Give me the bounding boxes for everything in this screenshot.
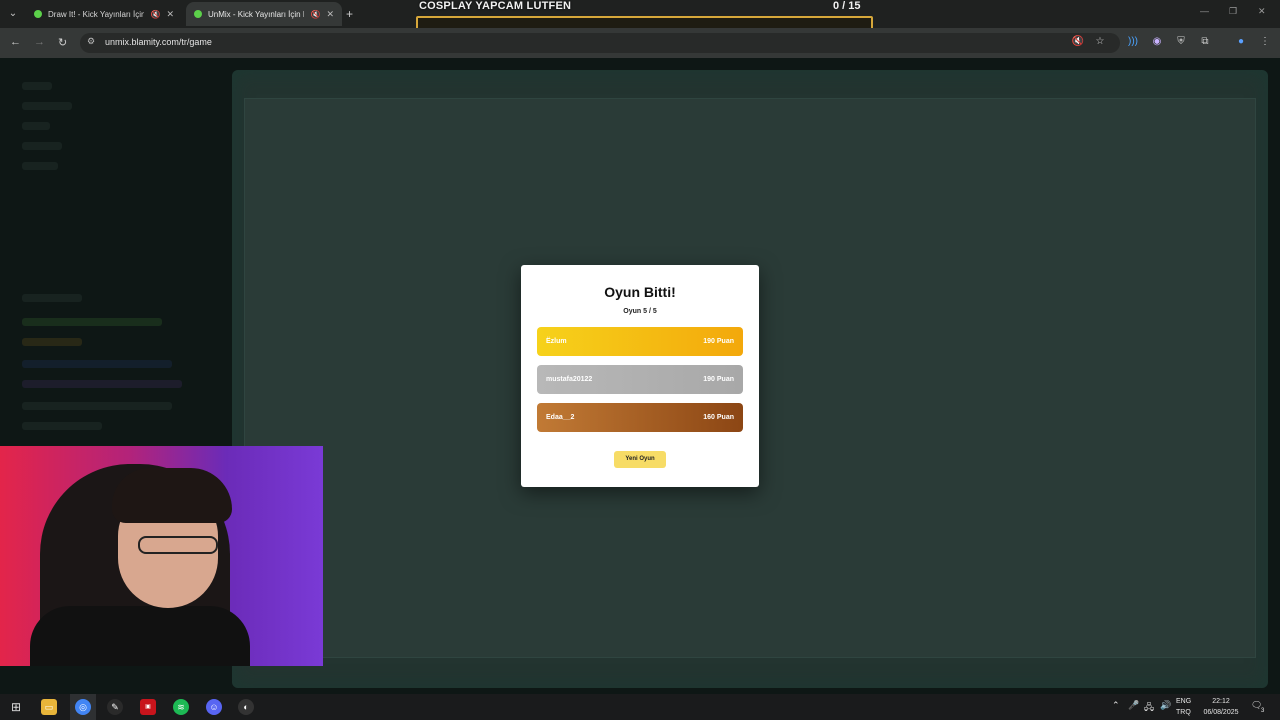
tab-search-icon[interactable]: ⌄	[5, 6, 21, 22]
microphone-icon[interactable]: 🎤	[1128, 700, 1139, 711]
webcam-shirt	[30, 606, 250, 666]
spotify-icon[interactable]: ≋	[173, 699, 189, 715]
back-icon[interactable]: ←	[10, 36, 21, 48]
close-tab-icon[interactable]: ✕	[166, 9, 174, 20]
sidebar-row	[22, 338, 82, 346]
modal-title: Oyun Bitti!	[604, 284, 676, 300]
extension-shield-icon[interactable]: ⛨	[1174, 35, 1188, 49]
minimize-icon[interactable]: —	[1200, 6, 1209, 16]
tab-title: UnMix - Kick Yayınları İçin K	[208, 9, 305, 19]
player-name: mustafa20122	[546, 376, 593, 383]
close-tab-icon[interactable]: ✕	[326, 9, 334, 20]
sidebar-row	[22, 82, 52, 90]
address-bar[interactable]	[80, 33, 1120, 53]
sidebar-row	[22, 162, 58, 170]
new-game-button[interactable]: Yeni Oyun	[614, 451, 666, 468]
language-top[interactable]: ENG	[1176, 698, 1191, 705]
new-tab-icon[interactable]: +	[346, 6, 353, 22]
chrome-icon[interactable]: ◎	[75, 699, 91, 715]
player-score: 190 Puan	[703, 376, 734, 383]
extension-eye-icon[interactable]: ◉	[1150, 35, 1164, 49]
sidebar-row	[22, 318, 162, 326]
leaderboard-row-second: mustafa20122 190 Puan	[537, 365, 743, 394]
volume-icon[interactable]: 🔊	[1160, 700, 1171, 711]
modal-subtitle: Oyun 5 / 5	[623, 308, 657, 315]
webcam-overlay	[0, 446, 323, 666]
close-window-icon[interactable]: ✕	[1258, 6, 1266, 17]
favicon-icon	[194, 10, 202, 18]
game-over-modal: Oyun Bitti! Oyun 5 / 5 Ёzlum 190 Puan mu…	[521, 265, 759, 487]
tab-title: Draw It! - Kick Yayınları İçin	[48, 9, 145, 19]
mute-icon[interactable]: 🔇	[310, 10, 320, 19]
sidebar-row	[22, 422, 102, 430]
language-bottom[interactable]: TRQ	[1176, 709, 1191, 716]
player-score: 190 Puan	[703, 338, 734, 345]
url-text[interactable]: unmix.blamity.com/tr/game	[105, 37, 212, 47]
mute-icon[interactable]: 🔇	[150, 10, 160, 19]
clock-time[interactable]: 22:12	[1200, 698, 1242, 705]
windows-taskbar	[0, 694, 1280, 720]
player-score: 160 Puan	[703, 414, 734, 421]
extensions-puzzle-icon[interactable]: ⧉	[1198, 35, 1212, 49]
reload-icon[interactable]: ↻	[58, 36, 67, 49]
stream-overlay-title: COSPLAY YAPCAM LUTFEN	[419, 0, 572, 12]
favicon-icon	[34, 10, 42, 18]
leaderboard-row-first: Ёzlum 190 Puan	[537, 327, 743, 356]
menu-kebab-icon[interactable]: ⋮	[1258, 35, 1272, 49]
forward-icon[interactable]: →	[34, 36, 45, 48]
stream-overlay-count: 0 / 15	[833, 0, 861, 12]
sidebar-row	[22, 294, 82, 302]
app-record-icon[interactable]: ◐	[238, 699, 254, 715]
notification-count: 3	[1261, 708, 1265, 714]
sidebar-row	[22, 142, 62, 150]
sidebar-row	[22, 402, 172, 410]
network-icon[interactable]: 🖧	[1144, 700, 1154, 716]
file-explorer-icon[interactable]: ▭	[41, 699, 57, 715]
sidebar-row	[22, 360, 172, 368]
obs-app-icon[interactable]: ▣	[140, 699, 156, 715]
leaderboard-row-third: Edaa__2 160 Puan	[537, 403, 743, 432]
app-icon[interactable]: ✎	[107, 699, 123, 715]
maximize-icon[interactable]: ❐	[1229, 6, 1237, 17]
webcam-glasses	[138, 536, 218, 554]
sidebar	[10, 70, 220, 440]
player-name: Ёzlum	[546, 338, 567, 345]
bookmark-star-icon[interactable]: ☆	[1093, 35, 1107, 49]
tray-chevron-icon[interactable]: ⌃	[1112, 700, 1120, 711]
player-name: Edaa__2	[546, 414, 575, 421]
sidebar-row	[22, 380, 182, 388]
sidebar-row	[22, 102, 72, 110]
start-icon[interactable]: ⊞	[8, 699, 24, 715]
webcam-hair	[112, 468, 232, 523]
tab-unmix[interactable]: UnMix - Kick Yayınları İçin K 🔇 ✕	[186, 2, 342, 26]
extension-audio-icon[interactable]: )))	[1126, 35, 1140, 49]
site-info-icon[interactable]: ⚙	[87, 36, 99, 48]
tab-draw-it[interactable]: Draw It! - Kick Yayınları İçin 🔇 ✕	[26, 2, 182, 26]
profile-avatar-icon[interactable]: ●	[1234, 35, 1248, 49]
sidebar-row	[22, 122, 50, 130]
clock-date[interactable]: 06/08/2025	[1200, 709, 1242, 716]
discord-icon[interactable]: ☺	[206, 699, 222, 715]
audio-muted-icon[interactable]: 🔇	[1071, 35, 1085, 49]
